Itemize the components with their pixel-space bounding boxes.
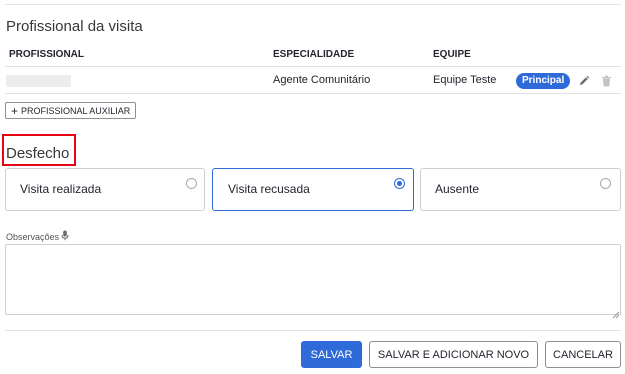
resize-grip-icon[interactable] <box>612 306 620 324</box>
observacoes-textarea[interactable] <box>5 244 621 315</box>
section-title-desfecho: Desfecho <box>6 145 70 162</box>
microphone-icon[interactable] <box>61 230 69 243</box>
trash-icon[interactable] <box>600 74 612 87</box>
column-header-profissional: PROFISSIONAL <box>9 49 85 60</box>
save-button[interactable]: SALVAR <box>301 341 362 368</box>
option-visita-realizada[interactable]: Visita realizada <box>5 168 205 211</box>
radio-visita-recusada[interactable] <box>394 178 405 189</box>
add-profissional-auxiliar-button[interactable]: + PROFISSIONAL AUXILIAR <box>5 102 137 119</box>
option-ausente[interactable]: Ausente <box>420 168 621 211</box>
table-row-divider <box>5 93 621 94</box>
pencil-icon[interactable] <box>578 74 590 87</box>
option-visita-recusada-label: Visita recusada <box>228 182 310 196</box>
footer-divider <box>5 330 621 331</box>
save-and-add-new-button[interactable]: SALVAR E ADICIONAR NOVO <box>369 341 538 368</box>
radio-visita-realizada[interactable] <box>186 178 197 189</box>
option-visita-realizada-label: Visita realizada <box>20 182 102 196</box>
top-divider <box>5 4 621 5</box>
option-ausente-label: Ausente <box>435 182 480 196</box>
plus-icon: + <box>11 103 19 118</box>
table-header-divider <box>5 66 621 67</box>
profissional-name-placeholder <box>6 75 71 87</box>
cell-especialidade: Agente Comunitário <box>273 74 371 86</box>
radio-ausente[interactable] <box>600 178 611 189</box>
cell-equipe: Equipe Teste <box>433 74 497 86</box>
principal-badge: Principal <box>516 73 571 89</box>
section-title-profissional: Profissional da visita <box>6 18 143 35</box>
column-header-especialidade: ESPECIALIDADE <box>273 49 355 60</box>
observacoes-label: Observações <box>6 231 60 242</box>
add-profissional-auxiliar-label: PROFISSIONAL AUXILIAR <box>21 105 131 116</box>
column-header-equipe: EQUIPE <box>433 49 471 60</box>
option-visita-recusada[interactable]: Visita recusada <box>212 168 414 211</box>
cancel-button[interactable]: CANCELAR <box>545 341 621 368</box>
observacoes-label-row: Observações <box>6 230 69 243</box>
